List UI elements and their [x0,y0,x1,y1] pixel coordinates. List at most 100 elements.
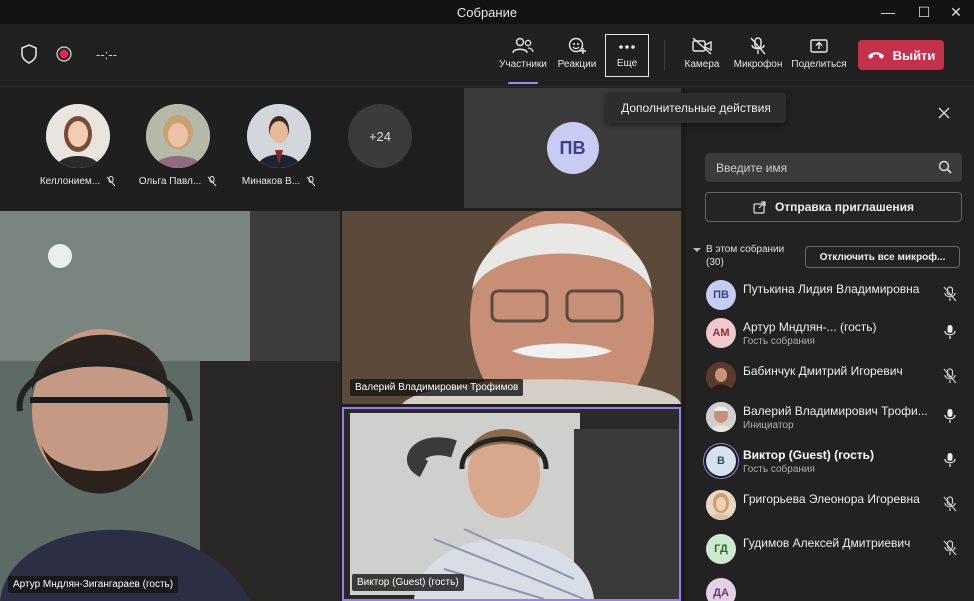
camera-button[interactable]: Камера [682,32,722,80]
avatar-participant-1[interactable]: Келлонием... [28,104,128,187]
list-item[interactable]: В Виктор (Guest) (гость) Гость собрания [685,444,974,488]
participant-name: Валерий Владимирович Трофи... [743,404,928,418]
more-actions-tooltip: Дополнительные действия [606,93,786,123]
participants-button[interactable]: Участники [497,32,549,84]
window-title: Собрание [456,4,518,20]
video-name-label: Артур Мндлян-Зигангараев (гость) [8,576,179,593]
more-label: Еще [616,58,638,69]
close-icon [938,107,950,119]
mic-icon [944,453,956,467]
more-actions-button[interactable]: Еще [605,34,649,77]
avatar [247,104,311,168]
toolbar-divider [664,40,665,70]
meeting-toolbar: --:-- Участники Реакции Еще Камера Микро… [0,24,974,87]
video-feed [342,211,681,404]
mic-off-icon [943,286,957,302]
close-icon: ✕ [950,3,962,20]
chevron-down-icon [693,248,701,252]
video-feed [344,409,679,599]
participants-panel: Введите имя Отправка приглашения В этом … [684,88,974,601]
shield-icon[interactable] [20,44,38,64]
participant-name: Гудимов Алексей Дмитриевич [743,536,911,550]
mic-off-icon [106,176,116,187]
meeting-stage: Келлонием... Ольга Павл... Минаков В... … [0,88,683,601]
hangup-icon [867,52,884,59]
send-invite-button[interactable]: Отправка приглашения [705,192,962,222]
camera-off-icon [692,37,712,55]
leave-button[interactable]: Выйти [858,40,944,70]
participant-name: Путькина Лидия Владимировна [743,282,920,296]
video-tile-artur[interactable]: Артур Мндлян-Зигангараев (гость) [0,211,340,601]
section-count: (30) [706,257,724,268]
avatar [146,104,210,168]
share-icon [810,39,828,53]
video-tile-viktor[interactable]: Виктор (Guest) (гость) [342,407,681,601]
mic-label: Микрофон [733,59,783,70]
microphone-button[interactable]: Микрофон [731,32,785,80]
mic-off-icon [943,368,957,384]
search-input[interactable]: Введите имя [705,153,962,182]
avatar: ГД [706,534,736,564]
avatar: ПВ [706,280,736,310]
list-item[interactable]: Бабинчук Дмитрий Игоревич [685,360,974,404]
mic-off-icon [306,176,316,187]
mic-icon [944,325,956,339]
mic-icon [944,409,956,423]
camera-label: Камера [684,59,720,70]
search-placeholder: Введите имя [716,160,788,175]
avatar [46,104,110,168]
minimize-button[interactable]: — [868,0,908,24]
mute-all-button[interactable]: Отключить все микроф... [805,246,960,268]
minimize-icon: — [881,4,895,20]
list-item[interactable]: АМ Артур Мндлян-... (гость) Гость собрани… [685,316,974,360]
list-item[interactable]: ДА [685,576,974,601]
invite-label: Отправка приглашения [774,200,915,214]
reactions-label: Реакции [557,59,597,70]
more-icon [619,45,635,49]
section-title: В этом собрании [706,244,785,255]
avatar-initials: ПВ [546,122,599,174]
avatar-participant-2[interactable]: Ольга Павл... [128,104,228,187]
avatar [706,362,736,392]
avatar [706,490,736,520]
title-bar: Собрание — ☐ ✕ [0,0,974,24]
participant-avatar-row: Келлонием... Ольга Павл... Минаков В... … [0,88,464,210]
search-icon [938,160,952,174]
video-feed [0,211,340,601]
people-icon [512,37,534,54]
share-invite-icon [753,201,766,214]
video-name-label: Виктор (Guest) (гость) [352,574,464,591]
video-tile-valery[interactable]: Валерий Владимирович Трофимов [342,211,681,404]
list-item[interactable]: ГД Гудимов Алексей Дмитриевич [685,532,974,576]
video-name-label: Валерий Владимирович Трофимов [350,379,524,396]
mic-off-icon [943,540,957,556]
avatar: ДА [706,578,736,601]
avatar-name: Минаков В... [241,176,301,187]
avatar-name: Ольга Павл... [138,176,202,187]
close-panel-button[interactable] [937,106,951,125]
list-item[interactable]: Валерий Владимирович Трофи... Инициатор [685,400,974,444]
reactions-button[interactable]: Реакции [555,32,599,80]
list-item[interactable]: Григорьева Элеонора Игоревна [685,488,974,532]
avatar-participant-3[interactable]: Минаков В... [229,104,329,187]
more-count: +24 [348,104,412,168]
more-participants-button[interactable]: +24 [330,104,430,168]
participants-label: Участники [499,59,547,70]
close-window-button[interactable]: ✕ [936,0,974,24]
avatar-name: Келлонием... [39,176,101,187]
participant-name: Григорьева Элеонора Игоревна [743,492,920,506]
mic-off-icon [943,496,957,512]
share-label: Поделиться [791,59,847,70]
mic-off-icon [207,176,217,187]
participant-role: Гость собрания [743,336,815,347]
participant-name: Артур Мндлян-... (гость) [743,320,877,334]
participant-name: Бабинчук Дмитрий Игоревич [743,364,903,378]
share-button[interactable]: Поделиться [791,32,847,80]
leave-label: Выйти [892,47,936,63]
avatar: В [706,446,736,476]
recording-icon [56,46,72,62]
section-header[interactable]: В этом собрании (30) [693,243,784,269]
avatar: АМ [706,318,736,348]
mic-off-icon [750,37,766,55]
participant-name: Виктор (Guest) (гость) [743,448,875,462]
